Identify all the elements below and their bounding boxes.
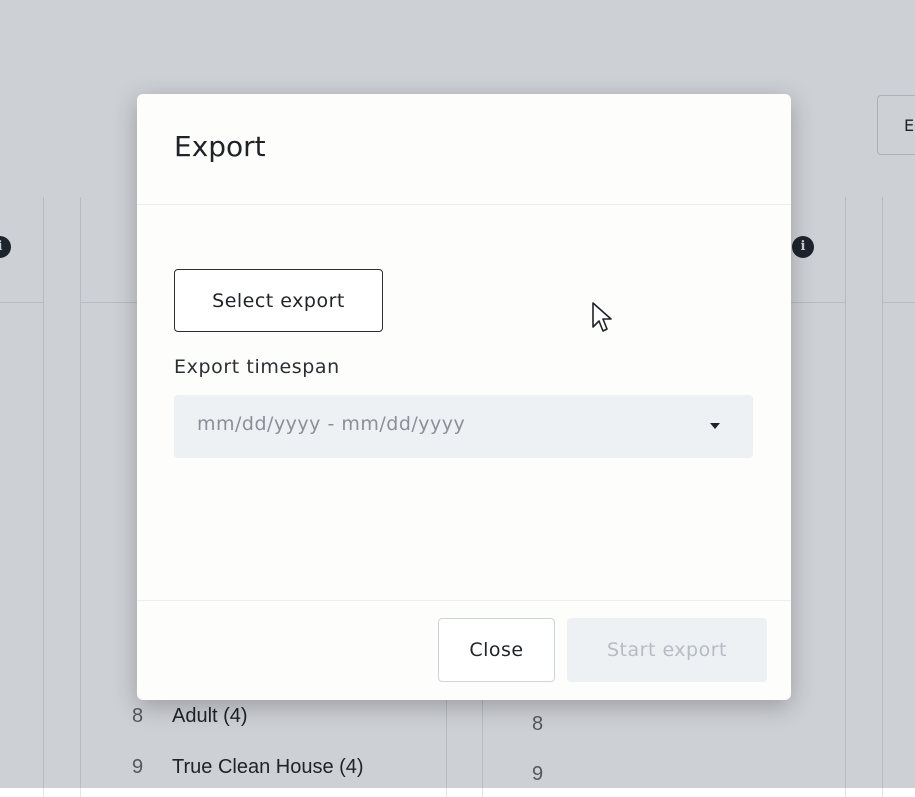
export-timespan-label: Export timespan [174,356,340,378]
close-button[interactable]: Close [438,618,555,682]
caret-down-icon [710,423,720,429]
dialog-header: Export [137,94,791,205]
export-dialog: Export Select export Export timespan mm/… [137,94,791,700]
start-export-button[interactable]: Start export [567,618,767,682]
dialog-footer: Close Start export [137,600,791,700]
dialog-body: Select export Export timespan mm/dd/yyyy… [137,205,791,600]
timespan-placeholder: mm/dd/yyyy - mm/dd/yyyy [197,413,466,435]
mouse-cursor-icon [592,302,612,332]
dialog-title: Export [174,130,266,163]
export-timespan-select[interactable]: mm/dd/yyyy - mm/dd/yyyy [174,395,753,458]
select-export-button[interactable]: Select export [174,269,383,332]
